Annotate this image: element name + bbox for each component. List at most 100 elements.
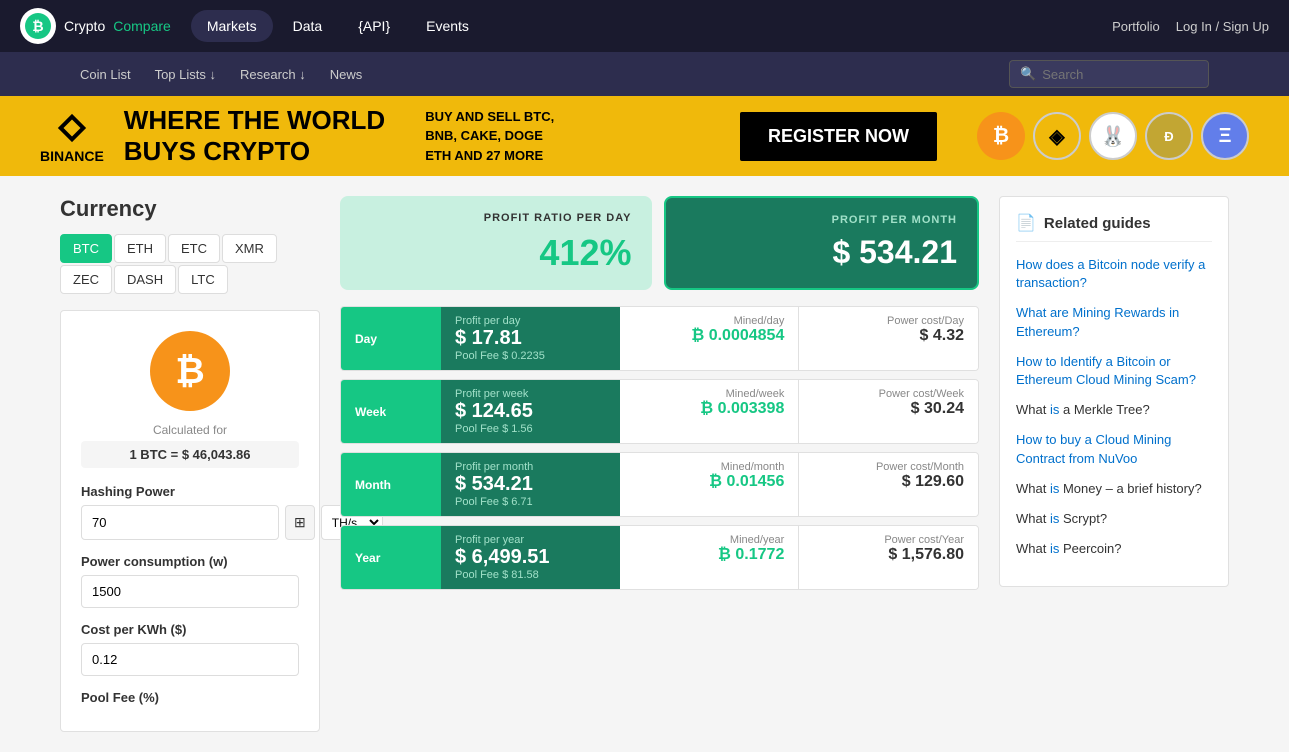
stat-period-month: Month (341, 453, 441, 516)
calc-label: Calculated for (81, 423, 299, 437)
coin-btc: ₿ (977, 112, 1025, 160)
nav-right: Portfolio Log In / Sign Up (1112, 19, 1269, 34)
guide-link-5[interactable]: What is Money – a brief history? (1016, 480, 1212, 498)
stat-mined-year: Mined/year ₿ 0.1772 (620, 526, 799, 589)
guides-title: Related guides (1044, 215, 1151, 232)
portfolio-link[interactable]: Portfolio (1112, 19, 1160, 34)
tab-eth[interactable]: ETH (114, 234, 166, 263)
guide-link-7[interactable]: What is Peercoin? (1016, 540, 1212, 558)
guide-link-3-rest: a Merkle Tree? (1059, 402, 1149, 417)
guide-link-1[interactable]: What are Mining Rewards in Ethereum? (1016, 304, 1212, 340)
stat-row-day: Day Profit per day $ 17.81 Pool Fee $ 0.… (340, 306, 979, 371)
guide-link-2[interactable]: How to Identify a Bitcoin or Ethereum Cl… (1016, 353, 1212, 389)
banner-cta: REGISTER NOW (740, 112, 937, 161)
stat-power-week: Power cost/Week $ 30.24 (798, 380, 978, 443)
tab-zec[interactable]: ZEC (60, 265, 112, 294)
stat-mined-month: Mined/month ₿ 0.01456 (620, 453, 799, 516)
hashing-power-row: ⊞ TH/s GH/s MH/s (81, 505, 299, 540)
stat-row-year: Year Profit per year $ 6,499.51 Pool Fee… (340, 525, 979, 590)
profit-month-value: $ 534.21 (686, 234, 958, 271)
stat-main-year: Profit per year $ 6,499.51 Pool Fee $ 81… (441, 526, 620, 589)
stat-mined-week: Mined/week ₿ 0.003398 (620, 380, 799, 443)
currency-tabs: BTC ETH ETC XMR ZEC DASH LTC (60, 234, 320, 294)
svg-text:₿: ₿ (32, 18, 43, 34)
coin-bunny: 🐰 (1089, 112, 1137, 160)
stats-table: Day Profit per day $ 17.81 Pool Fee $ 0.… (340, 306, 979, 590)
tab-ltc[interactable]: LTC (178, 265, 228, 294)
right-panel: 📄 Related guides How does a Bitcoin node… (999, 196, 1229, 732)
logo[interactable]: ₿ Crypto Compare (20, 8, 171, 44)
guides-header: 📄 Related guides (1016, 213, 1212, 242)
logo-icon: ₿ (20, 8, 56, 44)
coin-bnb: ◈ (1033, 112, 1081, 160)
search-icon: 🔍 (1020, 66, 1036, 82)
hashing-power-input[interactable] (81, 505, 279, 540)
nav-api[interactable]: {API} (342, 10, 406, 42)
nav-coin-list[interactable]: Coin List (80, 63, 131, 86)
guide-link-3[interactable]: What is a Merkle Tree? (1016, 401, 1212, 419)
tab-dash[interactable]: DASH (114, 265, 176, 294)
nav-markets[interactable]: Markets (191, 10, 273, 42)
banner-coins: ₿ ◈ 🐰 Ð Ξ (977, 112, 1249, 160)
center-panel: PROFIT RATIO PER DAY 412% PROFIT PER MON… (340, 196, 979, 732)
main-content: Currency BTC ETH ETC XMR ZEC DASH LTC ₿ … (0, 176, 1289, 752)
banner: BINANCE WHERE THE WORLD BUYS CRYPTO BUY … (0, 96, 1289, 176)
currency-title: Currency (60, 196, 320, 222)
cost-per-kwh-input[interactable] (81, 643, 299, 676)
calculator-box: ₿ Calculated for 1 BTC = $ 46,043.86 Has… (60, 310, 320, 732)
search-input[interactable] (1042, 67, 1202, 82)
profit-month-label: PROFIT PER MONTH (686, 214, 958, 226)
guide-link-6[interactable]: What is Scrypt? (1016, 510, 1212, 528)
tab-btc[interactable]: BTC (60, 234, 112, 263)
stat-mined-day: Mined/day ₿ 0.0004854 (620, 307, 799, 370)
nav-data[interactable]: Data (277, 10, 339, 42)
cost-per-kwh-label: Cost per KWh ($) (81, 622, 299, 637)
guide-link-3-plain: What (1016, 402, 1050, 417)
nav-research[interactable]: Research ↓ (240, 63, 306, 86)
stat-row-month: Month Profit per month $ 534.21 Pool Fee… (340, 452, 979, 517)
profit-day-label: PROFIT RATIO PER DAY (360, 212, 632, 224)
power-consumption-input[interactable] (81, 575, 299, 608)
logo-crypto-text: Crypto (64, 18, 105, 34)
banner-headline: WHERE THE WORLD BUYS CRYPTO (124, 105, 385, 167)
stat-period-week: Week (341, 380, 441, 443)
stat-period-year: Year (341, 526, 441, 589)
search-box[interactable]: 🔍 (1009, 60, 1209, 88)
coin-eth: Ξ (1201, 112, 1249, 160)
guide-link-4[interactable]: How to buy a Cloud Mining Contract from … (1016, 431, 1212, 467)
stat-power-month: Power cost/Month $ 129.60 (798, 453, 978, 516)
guides-box: 📄 Related guides How does a Bitcoin node… (999, 196, 1229, 587)
tab-xmr[interactable]: XMR (222, 234, 277, 263)
profit-cards: PROFIT RATIO PER DAY 412% PROFIT PER MON… (340, 196, 979, 290)
nav-news[interactable]: News (330, 63, 363, 86)
btc-logo-circle: ₿ (150, 331, 230, 411)
power-consumption-label: Power consumption (w) (81, 554, 299, 569)
guides-icon: 📄 (1016, 213, 1036, 233)
calc-value: 1 BTC = $ 46,043.86 (81, 441, 299, 468)
banner-subtext: BUY AND SELL BTC,BNB, CAKE, DOGEETH AND … (425, 107, 554, 166)
register-button[interactable]: REGISTER NOW (740, 112, 937, 161)
hashing-power-label: Hashing Power (81, 484, 299, 499)
secondary-navigation: Coin List Top Lists ↓ Research ↓ News 🔍 (0, 52, 1289, 96)
left-panel: Currency BTC ETH ETC XMR ZEC DASH LTC ₿ … (60, 196, 320, 732)
stat-main-week: Profit per week $ 124.65 Pool Fee $ 1.56 (441, 380, 620, 443)
btc-logo-area: ₿ (81, 331, 299, 411)
pool-fee-label: Pool Fee (%) (81, 690, 299, 705)
stat-row-week: Week Profit per week $ 124.65 Pool Fee $… (340, 379, 979, 444)
stat-power-day: Power cost/Day $ 4.32 (798, 307, 978, 370)
guide-link-0[interactable]: How does a Bitcoin node verify a transac… (1016, 256, 1212, 292)
top-navigation: ₿ Crypto Compare Markets Data {API} Event… (0, 0, 1289, 52)
binance-text: BINANCE (40, 148, 104, 164)
main-nav: Markets Data {API} Events (191, 10, 1112, 42)
stat-main-month: Profit per month $ 534.21 Pool Fee $ 6.7… (441, 453, 620, 516)
logo-compare-text: Compare (113, 18, 171, 34)
coin-doge: Ð (1145, 112, 1193, 160)
stat-power-year: Power cost/Year $ 1,576.80 (798, 526, 978, 589)
hash-icon: ⊞ (285, 505, 315, 540)
binance-logo: BINANCE (40, 108, 104, 164)
nav-events[interactable]: Events (410, 10, 485, 42)
profit-day-value: 412% (360, 232, 632, 274)
nav-top-lists[interactable]: Top Lists ↓ (155, 63, 216, 86)
login-link[interactable]: Log In / Sign Up (1176, 19, 1269, 34)
tab-etc[interactable]: ETC (168, 234, 220, 263)
